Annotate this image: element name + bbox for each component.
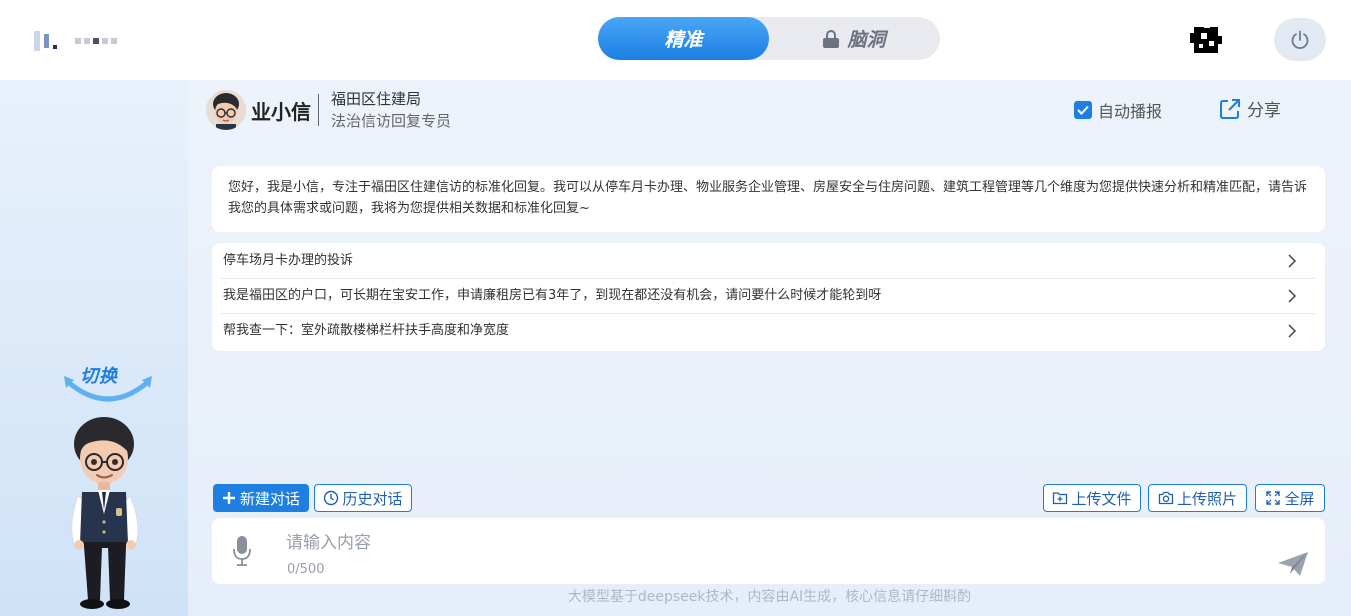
mode-brainstorm-label: 脑洞: [847, 29, 886, 51]
agent-divider: [318, 94, 319, 126]
suggestion-text: 我是福田区的户口，可长期在宝安工作，申请廉租房已有3年了，到现在都还没有机会，请…: [223, 288, 882, 303]
upload-photo-label: 上传照片: [1176, 489, 1237, 508]
greeting-message: 您好，我是小信，专注于福田区住建信访的标准化回复。我可以从停车月卡办理、物业服务…: [212, 166, 1325, 232]
auto-play-label: 自动播报: [1098, 102, 1163, 121]
new-chat-label: 新建对话: [239, 489, 300, 508]
upload-file-button[interactable]: 上传文件: [1043, 484, 1141, 512]
history-chat-button[interactable]: 历史对话: [314, 484, 412, 512]
lock-icon: [823, 29, 840, 48]
upload-photo-button[interactable]: 上传照片: [1148, 484, 1247, 512]
message-input[interactable]: [286, 528, 1186, 558]
suggestion-list: 停车场月卡办理的投诉 我是福田区的户口，可长期在宝安工作，申请廉租房已有3年了，…: [212, 243, 1325, 351]
new-chat-button[interactable]: 新建对话: [213, 484, 309, 512]
upload-file-icon: [1053, 492, 1068, 505]
disclaimer-note: 大模型基于deepseek技术，内容由AI生成，核心信息请仔细斟酌: [567, 589, 972, 605]
mode-precise-label: 精准: [664, 29, 703, 51]
mode-toggle: 精准 脑洞: [598, 17, 940, 60]
auto-play-checkbox[interactable]: [1074, 101, 1092, 119]
camera-icon: [1158, 491, 1174, 505]
mode-precise-button[interactable]: 精准: [598, 17, 769, 60]
send-icon[interactable]: [1276, 550, 1310, 578]
switch-arrows-icon: [64, 376, 152, 402]
fullscreen-button[interactable]: 全屏: [1255, 484, 1325, 512]
chevron-right-icon: [1288, 289, 1297, 303]
suggestion-item[interactable]: 我是福田区的户口，可长期在宝安工作，申请廉租房已有3年了，到现在都还没有机会，请…: [212, 278, 1325, 313]
upload-file-label: 上传文件: [1071, 489, 1132, 508]
fullscreen-label: 全屏: [1284, 489, 1315, 508]
suggestion-item[interactable]: 帮我查一下：室外疏散楼梯栏杆扶手高度和净宽度: [212, 313, 1325, 348]
fullscreen-icon: [1266, 491, 1281, 505]
clock-icon: [324, 490, 339, 506]
top-bar: 精准 脑洞: [0, 0, 1351, 80]
power-button[interactable]: [1274, 18, 1326, 61]
plus-icon: [222, 492, 235, 504]
agent-organization: 福田区住建局: [331, 90, 422, 108]
suggestion-text: 帮我查一下：室外疏散楼梯栏杆扶手高度和净宽度: [223, 323, 510, 338]
share-button[interactable]: 分享: [1219, 96, 1281, 121]
suggestion-text: 停车场月卡办理的投诉: [223, 253, 354, 268]
greeting-text: 您好，我是小信，专注于福田区住建信访的标准化回复。我可以从停车月卡办理、物业服务…: [228, 180, 1308, 216]
app-logo: [34, 30, 130, 52]
assistant-character-illustration: [64, 414, 150, 610]
agent-role: 法治信访回复专员: [331, 112, 452, 130]
suggestion-item[interactable]: 停车场月卡办理的投诉: [212, 243, 1325, 278]
switch-character-button[interactable]: 切换: [60, 360, 156, 410]
microphone-icon[interactable]: [232, 534, 252, 568]
power-icon: [1291, 30, 1309, 49]
chevron-right-icon: [1288, 324, 1297, 338]
share-icon: [1220, 98, 1240, 119]
history-chat-label: 历史对话: [342, 489, 403, 508]
agent-header: 业小信 福田区住建局 法治信访回复专员 自动播报 分享: [206, 88, 1336, 132]
qr-code-icon[interactable]: [1190, 24, 1222, 56]
message-input-box: 0/500: [212, 518, 1325, 584]
chevron-right-icon: [1288, 254, 1297, 268]
agent-name: 业小信: [251, 100, 311, 124]
mode-brainstorm-button[interactable]: 脑洞: [769, 17, 940, 60]
char-count: 0/500: [287, 562, 325, 577]
share-label: 分享: [1247, 101, 1281, 121]
agent-avatar: [206, 90, 246, 130]
auto-play-toggle[interactable]: 自动播报: [1074, 98, 1162, 122]
